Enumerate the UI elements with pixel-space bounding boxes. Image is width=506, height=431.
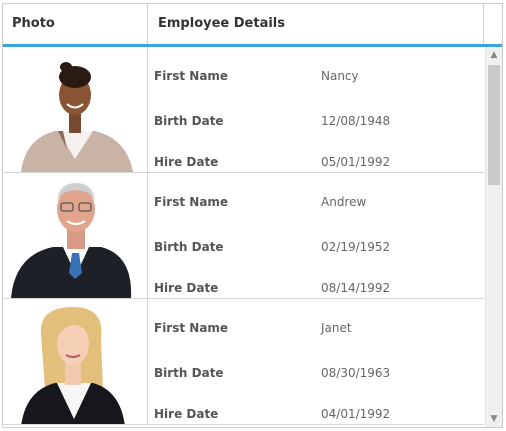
grid-header: Photo Employee Details (3, 4, 502, 47)
birth-date-label: Birth Date (154, 240, 224, 254)
table-row[interactable]: First Name Nancy Birth Date 12/08/1948 H… (3, 47, 484, 173)
first-name-label: First Name (154, 195, 229, 209)
employee-photo-cell (3, 173, 148, 298)
first-name-value: Nancy (321, 69, 359, 83)
vertical-scrollbar[interactable]: ▲ ▼ (485, 47, 502, 427)
employee-details-cell: First Name Nancy Birth Date 12/08/1948 H… (149, 47, 484, 172)
hire-date-value: 05/01/1992 (321, 155, 391, 169)
table-row[interactable]: First Name Andrew Birth Date 02/19/1952 … (3, 173, 484, 299)
birth-date-value: 12/08/1948 (321, 114, 391, 128)
birth-date-label: Birth Date (154, 114, 224, 128)
hire-date-label: Hire Date (154, 155, 219, 169)
employee-photo-cell (3, 299, 148, 424)
birth-date-value: 02/19/1952 (321, 240, 391, 254)
birth-date-label: Birth Date (154, 366, 224, 380)
employee-details-cell: First Name Janet Birth Date 08/30/1963 H… (149, 299, 484, 424)
hire-date-value: 04/01/1992 (321, 407, 391, 421)
chevron-down-icon[interactable]: ▼ (486, 411, 502, 427)
chevron-up-icon[interactable]: ▲ (486, 47, 502, 63)
column-header-employee-details[interactable]: Employee Details (148, 4, 484, 44)
first-name-label: First Name (154, 321, 229, 335)
column-header-photo[interactable]: Photo (3, 4, 148, 44)
table-row[interactable]: First Name Janet Birth Date 08/30/1963 H… (3, 299, 484, 425)
employee-photo-andrew (11, 183, 132, 298)
employee-photo-janet (21, 307, 125, 424)
hire-date-value: 08/14/1992 (321, 281, 391, 295)
first-name-value: Janet (321, 321, 352, 335)
header-scroll-spacer (484, 4, 502, 44)
hire-date-label: Hire Date (154, 407, 219, 421)
employee-photo-cell (3, 47, 148, 172)
birth-date-value: 08/30/1963 (321, 366, 391, 380)
employee-photo-nancy (21, 62, 133, 172)
scrollbar-thumb[interactable] (488, 65, 500, 185)
first-name-label: First Name (154, 69, 229, 83)
first-name-value: Andrew (321, 195, 367, 209)
employee-details-cell: First Name Andrew Birth Date 02/19/1952 … (149, 173, 484, 298)
grid-body: First Name Nancy Birth Date 12/08/1948 H… (3, 47, 484, 427)
employee-grid: Photo Employee Details First Name Nancy … (2, 3, 503, 428)
hire-date-label: Hire Date (154, 281, 219, 295)
